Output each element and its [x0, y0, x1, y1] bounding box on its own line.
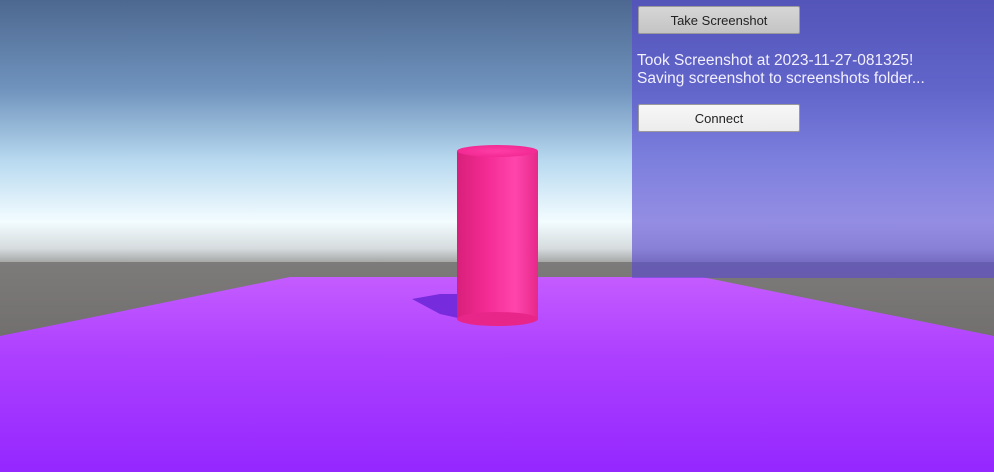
status-text-line-2: Saving screenshot to screenshots folder.… [637, 70, 925, 87]
status-text-line-1: Took Screenshot at 2023-11-27-081325! [637, 52, 914, 69]
cylinder [457, 145, 538, 326]
game-viewport[interactable]: Take Screenshot Took Screenshot at 2023-… [0, 0, 994, 472]
take-screenshot-button[interactable]: Take Screenshot [638, 6, 800, 34]
connect-button[interactable]: Connect [638, 104, 800, 132]
ui-overlay-panel: Take Screenshot Took Screenshot at 2023-… [632, 0, 994, 278]
